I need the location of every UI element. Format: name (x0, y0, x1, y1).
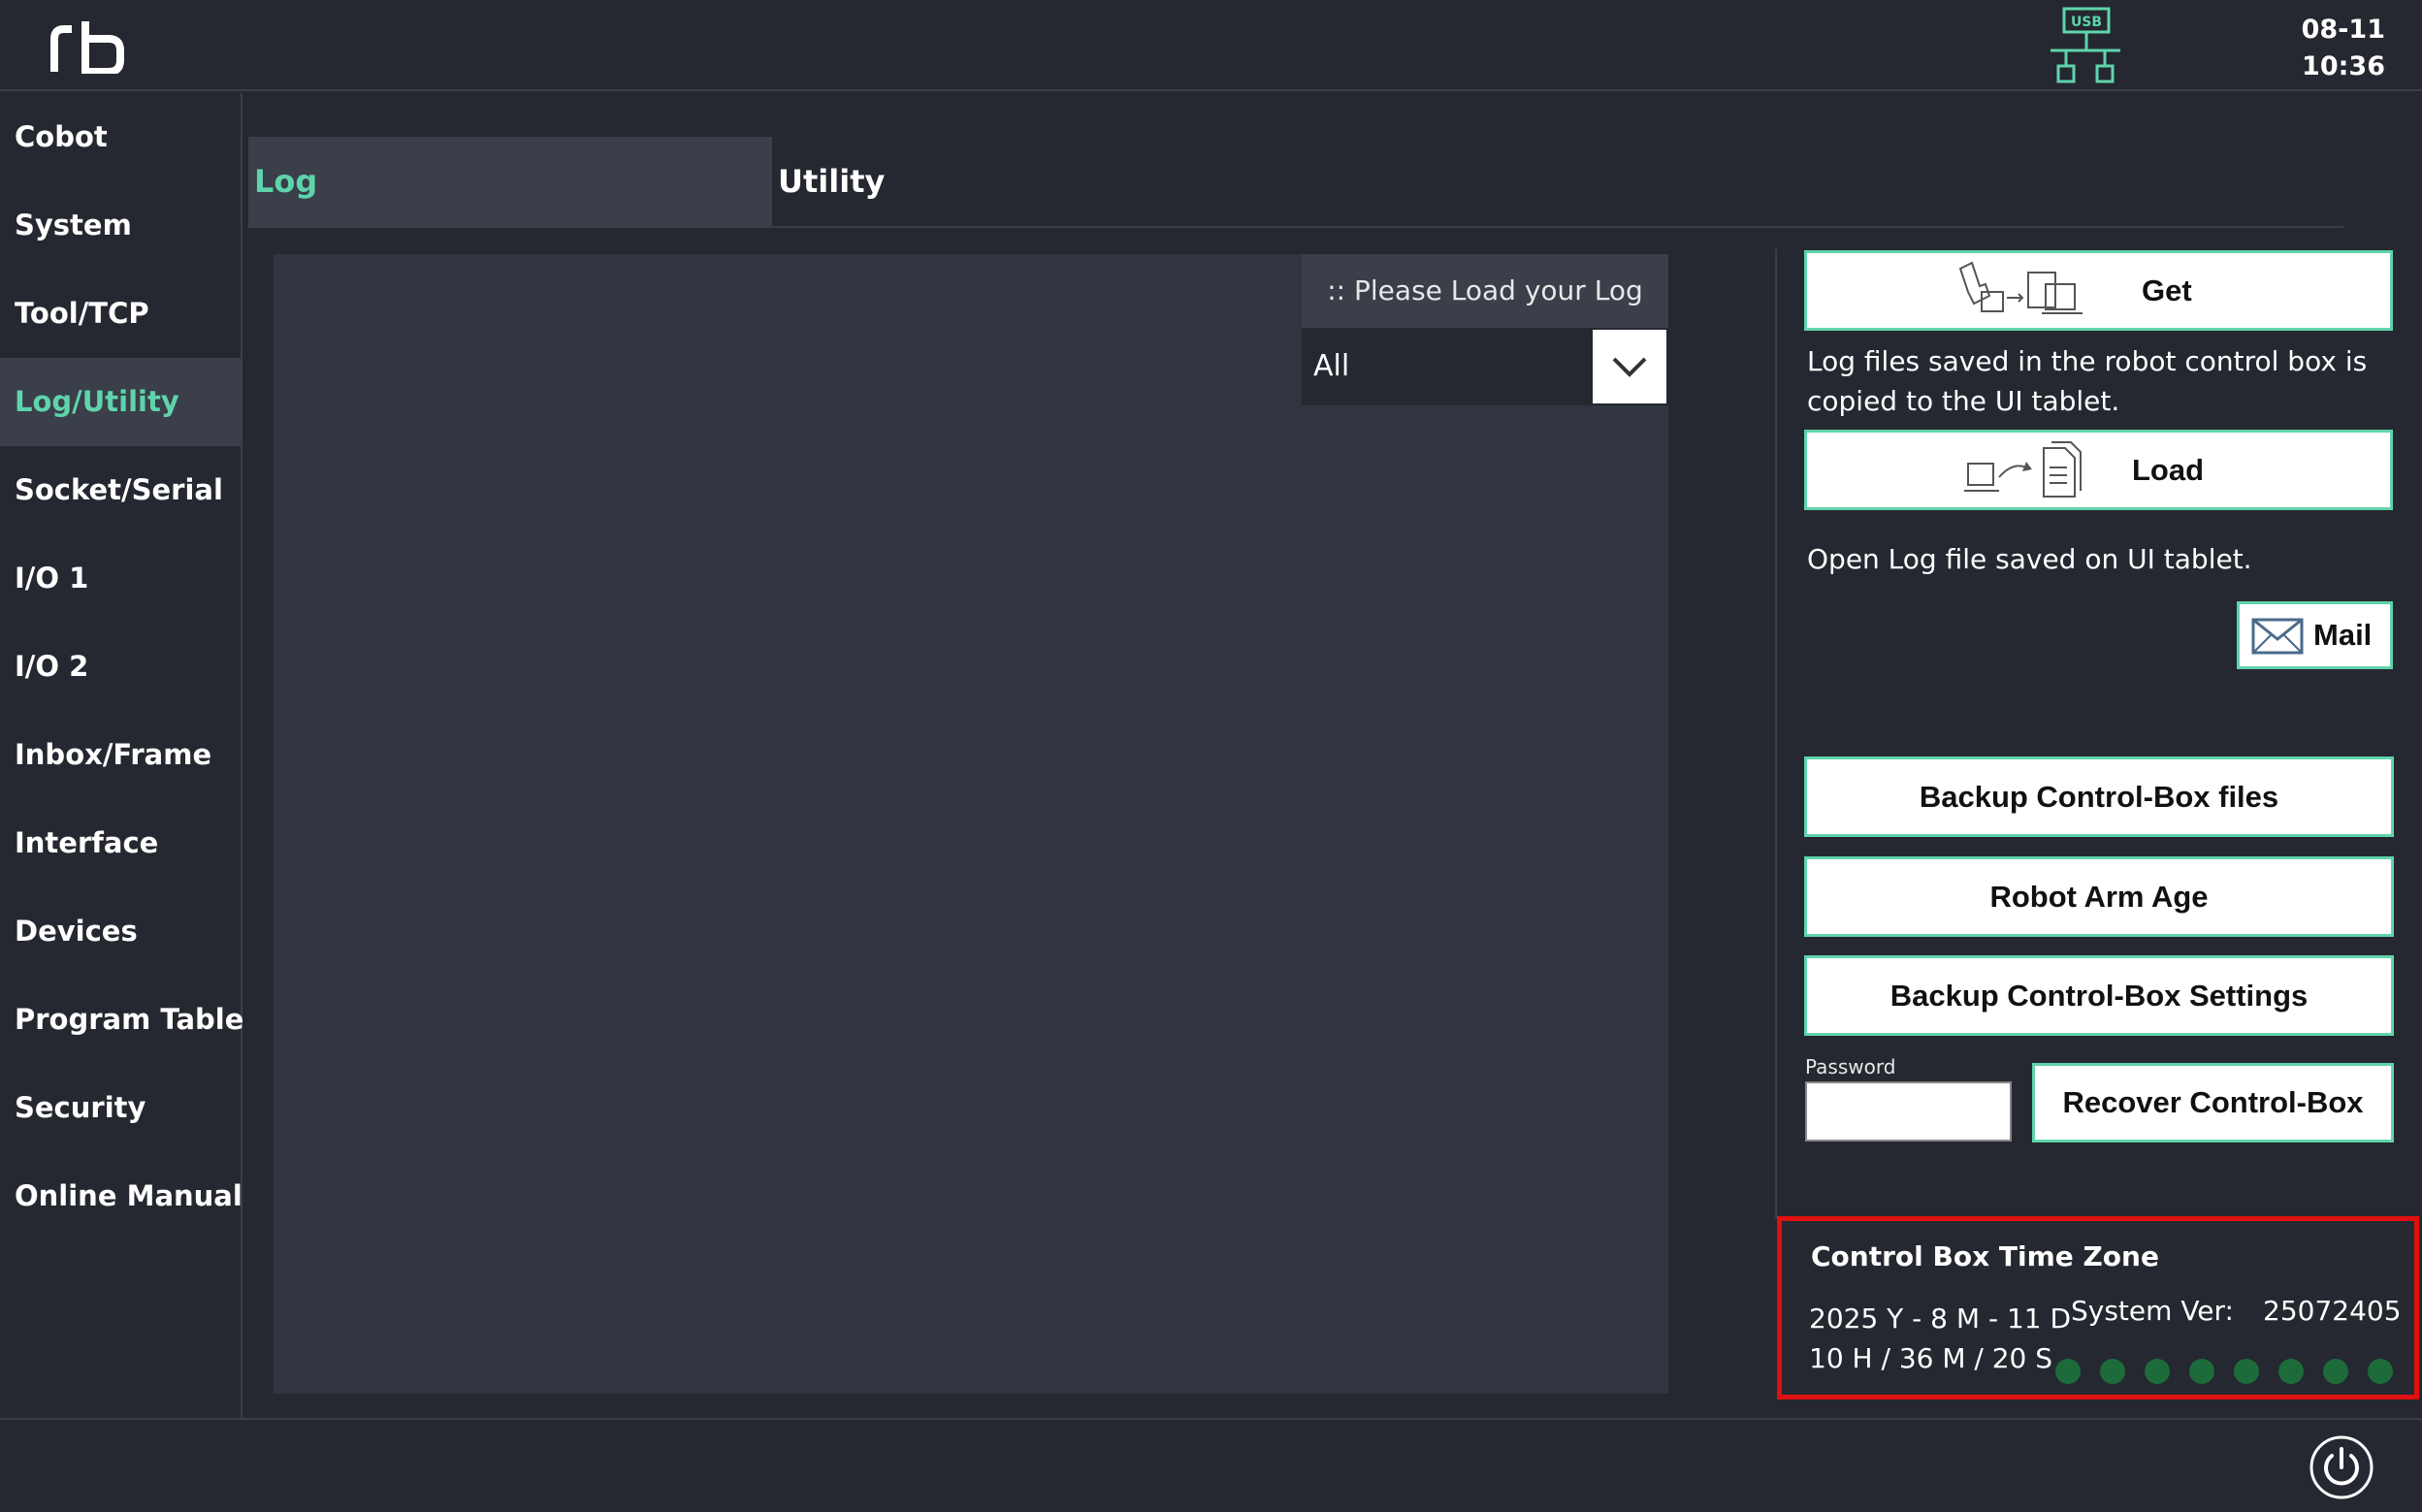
tab-log[interactable]: Log (248, 137, 772, 226)
sidebar-item-io-1[interactable]: I/O 1 (0, 534, 242, 623)
usb-network-icon[interactable]: USB (2047, 6, 2124, 87)
status-dot (2278, 1359, 2304, 1384)
backup-control-box-settings-button[interactable]: Backup Control-Box Settings (1804, 955, 2394, 1036)
tab-divider (248, 226, 2343, 228)
mail-icon (2251, 618, 2304, 655)
system-version-label: System Ver: (2071, 1295, 2234, 1327)
status-dot (2055, 1359, 2081, 1384)
log-filter-select[interactable]: All (1302, 328, 1668, 405)
load-log-button[interactable]: Load (1804, 430, 2393, 510)
time-zone-datetime: 2025 Y - 8 M - 11 D 10 H / 36 M / 20 S (1809, 1299, 2071, 1378)
time-zone-time: 10 H / 36 M / 20 S (1809, 1342, 2053, 1374)
sidebar: Cobot System Tool/TCP Log/Utility Socket… (0, 93, 243, 1418)
control-box-time-zone: Control Box Time Zone 2025 Y - 8 M - 11 … (1777, 1216, 2419, 1399)
sidebar-item-io-2[interactable]: I/O 2 (0, 623, 242, 711)
mail-button-label: Mail (2313, 618, 2373, 652)
password-label: Password (1805, 1055, 1896, 1078)
clock-time: 10:36 (2302, 51, 2385, 81)
status-dot (2323, 1359, 2348, 1384)
tablet-transfer-icon (1958, 261, 2083, 314)
sidebar-item-program-table[interactable]: Program Table (0, 976, 243, 1064)
backup-control-box-files-button[interactable]: Backup Control-Box files (1804, 756, 2394, 837)
app-root: USB 08-11 10:36 Cobot System Tool/TCP Lo… (0, 0, 2422, 1512)
status-dot (2145, 1359, 2170, 1384)
power-icon[interactable] (2309, 1434, 2374, 1500)
time-zone-title: Control Box Time Zone (1811, 1240, 2159, 1272)
tab-utility[interactable]: Utility (772, 137, 1063, 226)
document-load-icon (1964, 441, 2082, 498)
svg-text:USB: USB (2071, 15, 2102, 30)
system-version-value: 25072405 (2263, 1295, 2402, 1327)
clock: 08-11 10:36 (2302, 12, 2385, 85)
sidebar-item-socket-serial[interactable]: Socket/Serial (0, 446, 242, 534)
status-dot (2189, 1359, 2214, 1384)
chevron-down-icon (1612, 357, 1647, 377)
rb-logo (50, 21, 124, 74)
clock-date: 08-11 (2301, 15, 2385, 45)
password-field[interactable] (1805, 1081, 2012, 1142)
sidebar-item-interface[interactable]: Interface (0, 799, 242, 887)
get-description-line-2: copied to the UI tablet. (1807, 385, 2120, 417)
load-description: Open Log file saved on UI tablet. (1807, 543, 2252, 575)
sidebar-item-online-manual[interactable]: Online Manual (0, 1152, 242, 1240)
top-bar: USB 08-11 10:36 (0, 0, 2422, 91)
get-button-label: Get (2142, 273, 2192, 307)
robot-arm-age-button[interactable]: Robot Arm Age (1804, 856, 2394, 937)
sidebar-item-log-utility[interactable]: Log/Utility (0, 358, 242, 446)
load-button-label: Load (2132, 453, 2205, 487)
recover-control-box-button[interactable]: Recover Control-Box (2032, 1063, 2394, 1142)
status-indicators (2055, 1359, 2405, 1388)
bottom-bar (0, 1418, 2422, 1512)
sidebar-item-inbox-frame[interactable]: Inbox/Frame (0, 711, 242, 799)
get-description: Log files saved in the robot control box… (1807, 341, 2367, 421)
sidebar-item-cobot[interactable]: Cobot (0, 93, 242, 181)
log-load-hint: :: Please Load your Log (1302, 254, 1668, 328)
sidebar-item-system[interactable]: System (0, 181, 242, 270)
get-log-button[interactable]: Get (1804, 250, 2393, 331)
status-dot (2100, 1359, 2125, 1384)
log-viewer[interactable] (274, 254, 1668, 1394)
sidebar-item-tool-tcp[interactable]: Tool/TCP (0, 270, 242, 358)
status-dot (2234, 1359, 2259, 1384)
log-filter-dropdown-button[interactable] (1593, 330, 1666, 403)
get-description-line-1: Log files saved in the robot control box… (1807, 345, 2368, 377)
status-dot (2368, 1359, 2393, 1384)
panel-divider (1775, 248, 1777, 1218)
log-filter-value: All (1313, 349, 1350, 383)
time-zone-date: 2025 Y - 8 M - 11 D (1809, 1303, 2072, 1335)
mail-button[interactable]: Mail (2237, 601, 2393, 669)
sidebar-item-devices[interactable]: Devices (0, 887, 242, 976)
sidebar-item-security[interactable]: Security (0, 1064, 242, 1152)
